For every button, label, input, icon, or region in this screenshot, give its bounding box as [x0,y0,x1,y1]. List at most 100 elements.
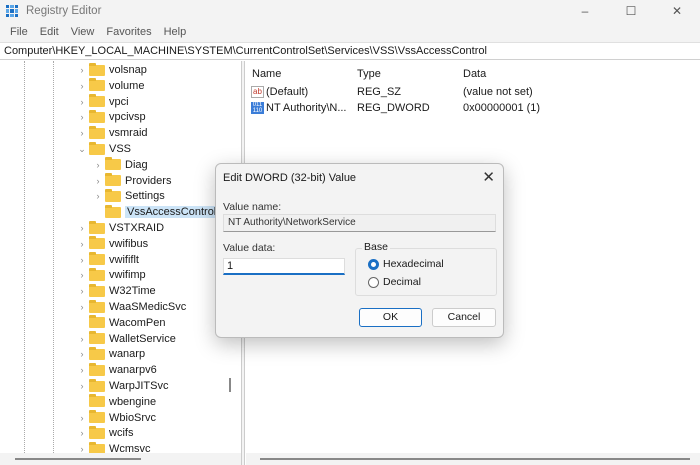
expand-chevron-icon[interactable]: › [93,191,103,201]
expand-chevron-icon[interactable]: › [77,381,87,391]
expand-chevron-icon[interactable]: › [77,97,87,107]
tree-item[interactable]: › Diag [93,157,148,173]
tree-item[interactable]: › Settings [93,188,165,204]
tree-horizontal-scrollbar[interactable] [0,453,241,465]
menu-help[interactable]: Help [164,26,187,38]
tree-item[interactable]: › Providers [93,173,171,189]
folder-icon [89,425,105,439]
tree-item[interactable]: › wanarpv6 [77,362,157,378]
tree-item-label: Diag [125,158,148,171]
expand-chevron-icon[interactable]: › [77,334,87,344]
menu-favorites[interactable]: Favorites [106,26,151,38]
folder-icon [89,410,105,424]
tree-item[interactable]: › WbioSrvc [77,410,156,426]
column-data[interactable]: Data [463,68,486,80]
tree-item[interactable]: › wcifs [77,425,133,441]
expand-chevron-icon[interactable]: › [77,128,87,138]
tree-item-label: WaaSMedicSvc [109,301,187,313]
value-name-field: NT Authority\NetworkService [223,214,496,232]
tree-item[interactable]: › WarpJITSvc [77,378,169,394]
tree-item[interactable]: › Wcmsvc [77,441,151,453]
tree-item[interactable]: › W32Time [77,283,156,299]
tree-item[interactable]: › vwifimp [77,267,146,283]
dialog-title: Edit DWORD (32-bit) Value [223,172,357,184]
base-group: Base Hexadecimal Decimal [355,241,497,296]
expand-chevron-icon[interactable]: › [77,223,87,233]
hexadecimal-radio[interactable]: Hexadecimal [368,258,444,270]
expand-chevron-icon[interactable]: › [77,239,87,249]
address-bar[interactable]: Computer\HKEY_LOCAL_MACHINE\SYSTEM\Curre… [0,42,700,60]
radio-unchecked-icon [368,276,379,288]
folder-icon [105,157,121,171]
tree-item[interactable]: › wanarp [77,346,145,362]
expand-chevron-icon[interactable]: › [77,444,87,453]
value-row[interactable]: ab (Default) REG_SZ (value not set) [246,83,700,100]
folder-icon [105,188,121,202]
decimal-radio[interactable]: Decimal [368,276,421,288]
value-type: REG_SZ [357,85,402,98]
binary-value-icon: 011 110 [251,101,264,114]
folder-icon [89,267,105,281]
list-horizontal-scrollbar[interactable] [246,453,700,465]
tree-vertical-scrollbar[interactable] [229,378,231,392]
column-name[interactable]: Name [252,68,281,80]
tree-item[interactable]: › vpci [77,94,129,110]
expand-chevron-icon[interactable]: › [77,365,87,375]
close-button[interactable]: ✕ [654,0,700,22]
menu-edit[interactable]: Edit [40,26,59,38]
expand-chevron-icon[interactable]: › [77,81,87,91]
tree-item[interactable]: › vsmraid [77,125,148,141]
menu-file[interactable]: File [10,26,28,38]
expand-chevron-icon[interactable]: › [77,286,87,296]
expand-chevron-icon[interactable]: › [77,349,87,359]
maximize-button[interactable]: ☐ [608,0,654,22]
tree-item[interactable]: › vwififlt [77,252,139,268]
expand-chevron-icon[interactable]: ⌄ [77,144,87,155]
tree-item[interactable]: › VSTXRAID [77,220,164,236]
expand-chevron-icon[interactable]: › [93,176,103,186]
value-data: (value not set) [463,85,533,98]
folder-icon [89,125,105,139]
tree-item[interactable]: › volsnap [77,62,147,78]
hexadecimal-label: Hexadecimal [383,258,444,270]
tree-item[interactable]: › volume [77,78,144,94]
column-type[interactable]: Type [357,68,381,80]
tree-item-label: W32Time [109,285,156,298]
expand-chevron-icon[interactable]: › [77,65,87,75]
minimize-button[interactable]: – [562,0,608,22]
expand-chevron-icon[interactable]: › [77,302,87,312]
tree-item-label: wanarp [109,348,146,361]
value-data-input[interactable]: 1 [223,258,345,275]
tree-item-label: volsnap [109,64,147,76]
expand-chevron-icon[interactable]: › [77,428,87,438]
value-name: NT Authority\N... [266,101,347,114]
tree-item[interactable]: VssAccessControl [93,204,219,220]
value-data: 0x00000001 (1) [463,101,541,114]
tree-item[interactable]: ⌄ VSS [77,141,131,157]
folder-icon [89,441,105,453]
tree-item-label: WarpJITSvc [109,380,169,392]
dialog-close-icon[interactable]: ✕ [482,168,495,186]
tree-item[interactable]: › WaaSMedicSvc [77,299,186,315]
tree-item[interactable]: WacomPen [77,315,165,331]
cancel-button[interactable]: Cancel [432,308,496,327]
expand-chevron-icon[interactable]: › [93,160,103,170]
tree-item-label: vpcivsp [109,111,146,124]
tree-item[interactable]: wbengine [77,394,156,410]
expand-chevron-icon[interactable]: › [77,112,87,122]
tree-item[interactable]: › vpcivsp [77,109,146,125]
folder-icon [89,315,105,329]
folder-icon [89,94,105,108]
menu-view[interactable]: View [71,26,95,38]
expand-chevron-icon[interactable]: › [77,413,87,423]
ok-button[interactable]: OK [359,308,422,327]
folder-icon [89,236,105,250]
expand-chevron-icon[interactable]: › [77,255,87,265]
folder-icon [105,204,121,218]
tree-item[interactable]: › WalletService [77,331,176,347]
value-row[interactable]: 011 110 NT Authority\N... REG_DWORD 0x000… [246,99,700,116]
folder-icon [89,220,105,234]
expand-chevron-icon[interactable]: › [77,270,87,280]
tree-item[interactable]: › vwifibus [77,236,148,252]
folder-icon [89,299,105,313]
